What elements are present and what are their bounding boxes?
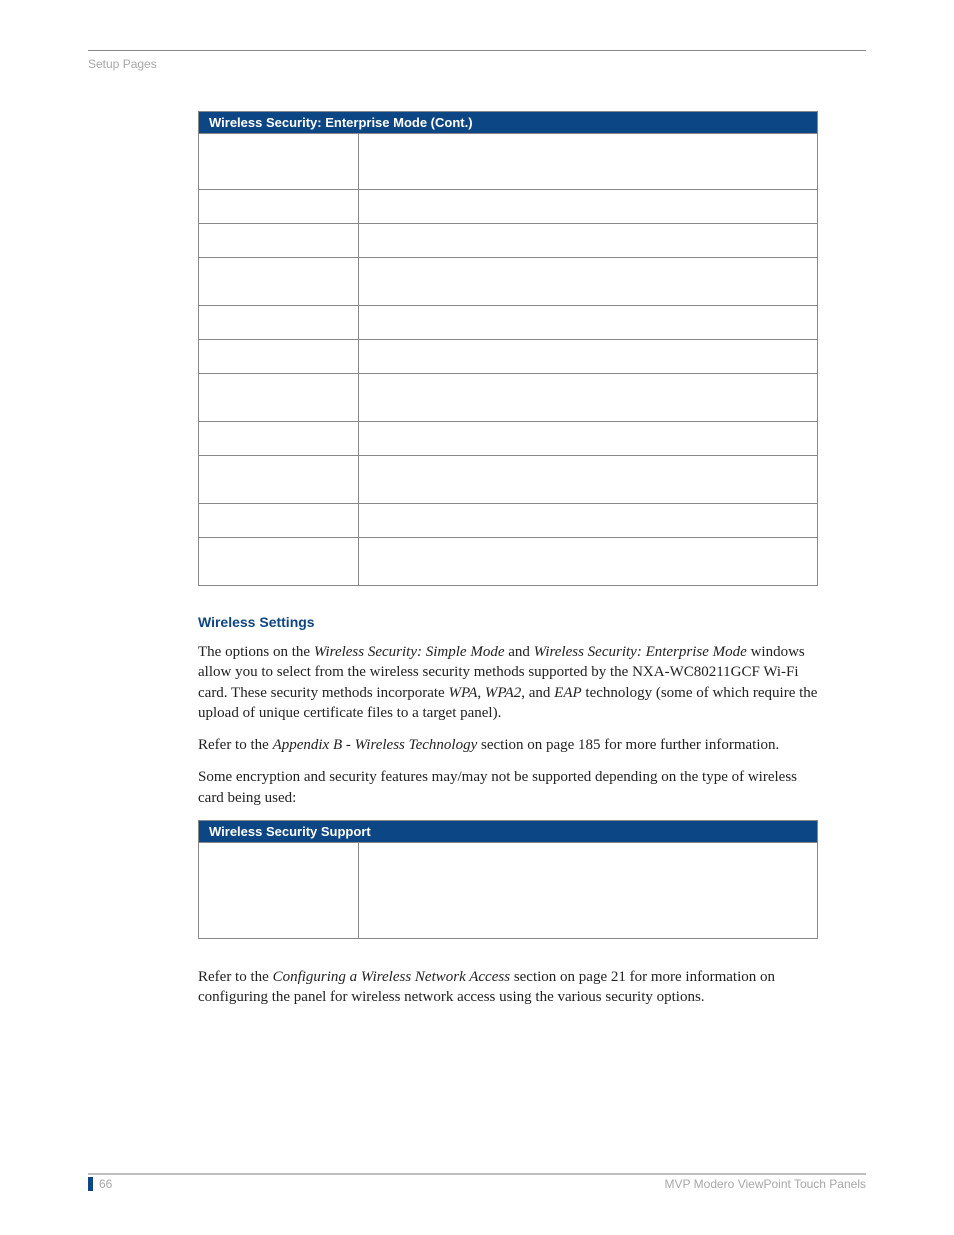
paragraph-4: Refer to the Configuring a Wireless Netw…: [198, 967, 818, 1008]
table-cell: [199, 374, 359, 422]
table-cell: [199, 190, 359, 224]
table-cell: [359, 422, 818, 456]
table-cell: [199, 456, 359, 504]
paragraph-2: Refer to the Appendix B - Wireless Techn…: [198, 735, 818, 755]
table-enterprise-mode: Wireless Security: Enterprise Mode (Cont…: [198, 111, 818, 586]
paragraph-3: Some encryption and security features ma…: [198, 767, 818, 808]
page-footer: 66 MVP Modero ViewPoint Touch Panels: [88, 1173, 866, 1191]
table-cell: [359, 134, 818, 190]
table-cell: [359, 842, 818, 938]
table-cell: [359, 306, 818, 340]
running-head: Setup Pages: [88, 57, 866, 71]
table1-title: Wireless Security: Enterprise Mode (Cont…: [199, 112, 818, 134]
table-cell: [359, 258, 818, 306]
table-cell: [359, 374, 818, 422]
top-rule: [88, 50, 866, 51]
page-number-marker: [88, 1177, 93, 1191]
table-cell: [359, 456, 818, 504]
table-security-support: Wireless Security Support: [198, 820, 818, 939]
table-cell: [199, 258, 359, 306]
section-heading-wireless-settings: Wireless Settings: [198, 614, 818, 630]
table-cell: [199, 842, 359, 938]
footer-doc-title: MVP Modero ViewPoint Touch Panels: [665, 1177, 866, 1191]
table-cell: [199, 306, 359, 340]
page-number: 66: [99, 1177, 112, 1191]
table-cell: [199, 538, 359, 586]
table-cell: [359, 190, 818, 224]
table-cell: [199, 134, 359, 190]
table-cell: [359, 504, 818, 538]
table-cell: [199, 504, 359, 538]
table-cell: [199, 224, 359, 258]
table-cell: [199, 422, 359, 456]
table-cell: [359, 224, 818, 258]
table-cell: [359, 538, 818, 586]
table-cell: [359, 340, 818, 374]
paragraph-1: The options on the Wireless Security: Si…: [198, 642, 818, 723]
table-cell: [199, 340, 359, 374]
table2-title: Wireless Security Support: [199, 820, 818, 842]
